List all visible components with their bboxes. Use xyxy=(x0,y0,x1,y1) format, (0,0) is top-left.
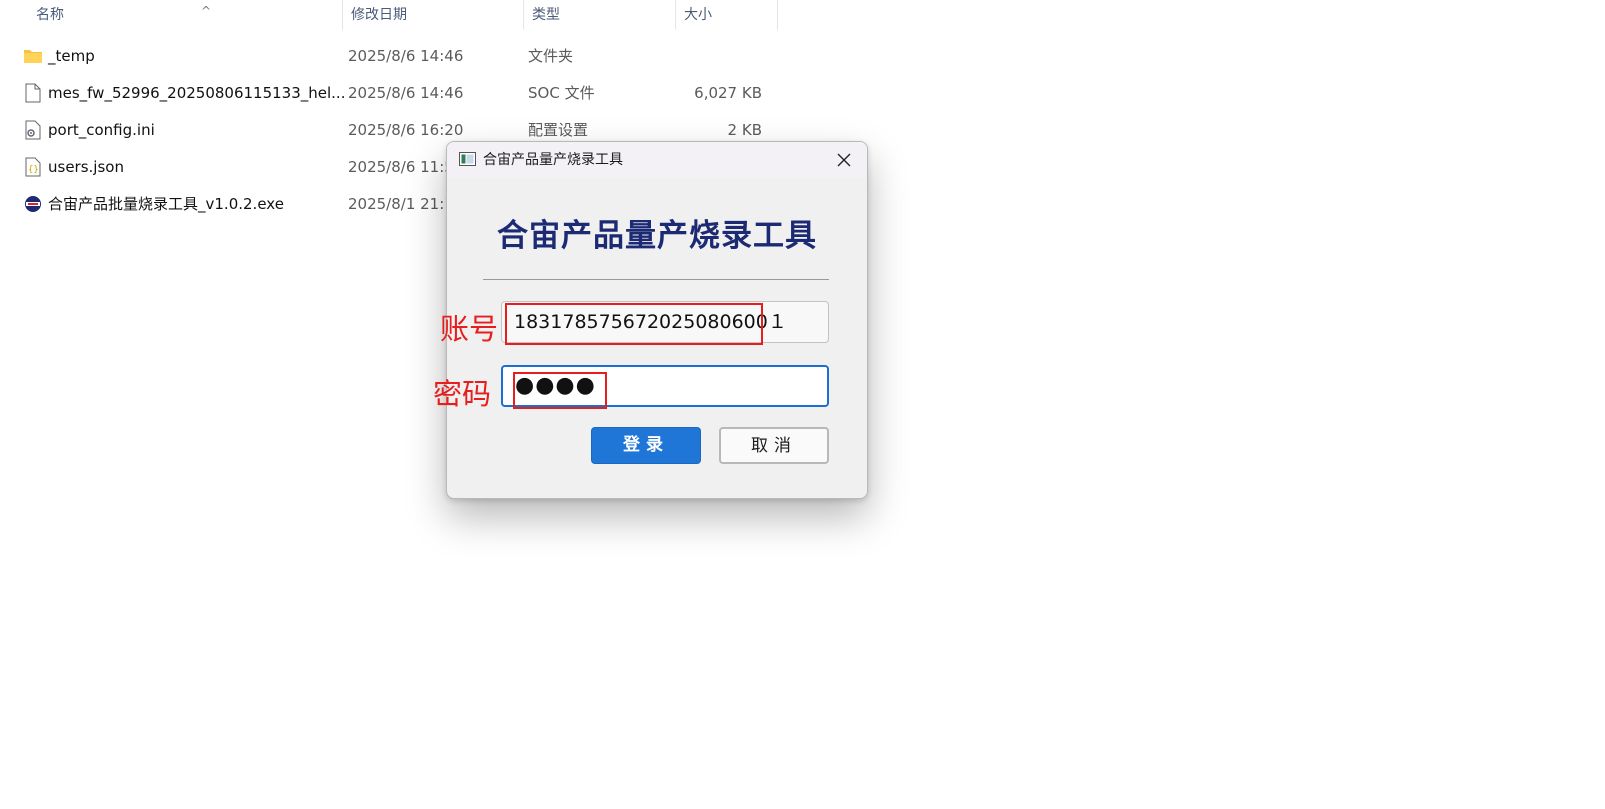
column-header-date[interactable]: 修改日期 xyxy=(343,0,524,30)
file-date: 2025/8/1 21:1 xyxy=(348,195,454,213)
config-file-icon xyxy=(25,120,41,140)
file-name: mes_fw_52996_20250806115133_hel... xyxy=(48,84,346,102)
close-button[interactable] xyxy=(821,142,867,178)
cancel-button[interactable]: 取消 xyxy=(719,427,829,464)
file-name: _temp xyxy=(48,47,95,65)
dialog-titlebar[interactable]: 合宙产品量产烧录工具 xyxy=(447,142,867,178)
file-type: 文件夹 xyxy=(528,47,574,65)
file-icon xyxy=(25,83,41,103)
column-header-name[interactable]: 名称 ^ xyxy=(28,0,343,30)
annotation-password-box xyxy=(513,372,607,409)
column-header-size[interactable]: 大小 xyxy=(676,0,778,30)
json-file-icon: {} xyxy=(25,157,41,177)
file-date: 2025/8/6 14:46 xyxy=(348,47,464,65)
app-exe-icon xyxy=(25,196,41,212)
svg-text:{}: {} xyxy=(28,165,39,175)
file-name: port_config.ini xyxy=(48,121,155,139)
file-type: SOC 文件 xyxy=(528,84,595,102)
file-name: 合宙产品批量烧录工具_v1.0.2.exe xyxy=(48,195,284,213)
column-header-type[interactable]: 类型 xyxy=(524,0,676,30)
file-name: users.json xyxy=(48,158,124,176)
annotation-password-label: 密码 xyxy=(433,377,492,411)
file-size: 6,027 KB xyxy=(694,84,762,102)
window-title: 合宙产品量产烧录工具 xyxy=(483,152,623,168)
sort-up-icon: ^ xyxy=(201,4,212,18)
column-headers: 名称 ^ 修改日期 类型 大小 xyxy=(0,0,778,32)
window-app-icon xyxy=(459,152,476,166)
file-size xyxy=(672,39,762,73)
file-row[interactable]: mes_fw_52996_20250806115133_hel... 2025/… xyxy=(0,76,770,110)
close-icon xyxy=(837,153,851,167)
login-button[interactable]: 登录 xyxy=(591,427,701,464)
app-title: 合宙产品量产烧录工具 xyxy=(497,218,817,254)
file-date: 2025/8/6 14:46 xyxy=(348,84,464,102)
file-row[interactable]: _temp 2025/8/6 14:46 文件夹 xyxy=(0,39,770,73)
divider xyxy=(483,279,829,280)
annotation-account-box xyxy=(505,303,763,345)
folder-icon xyxy=(24,50,42,63)
annotation-account-label: 账号 xyxy=(440,312,499,346)
file-date: 2025/8/6 11:5 xyxy=(348,158,454,176)
